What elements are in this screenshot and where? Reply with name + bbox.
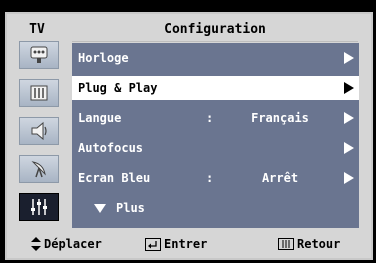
menu-title: Configuration	[72, 17, 358, 42]
menu-item-plus[interactable]: Plus	[72, 196, 359, 220]
menu-item-value: Français	[251, 111, 309, 125]
menu-item-label: Horloge	[78, 51, 129, 65]
picture-icon[interactable]	[19, 41, 59, 69]
move-label: Déplacer	[44, 237, 102, 251]
right-arrow-icon	[344, 112, 354, 124]
menu-item-label: Plug & Play	[78, 81, 158, 95]
right-arrow-icon	[344, 172, 354, 184]
menu-item-plug-play[interactable]: Plug & Play	[72, 76, 359, 100]
enter-label: Entrer	[164, 237, 208, 251]
menu-item-label: Langue	[78, 111, 122, 125]
tv-label: TV	[29, 21, 45, 37]
enter-hint: Entrer	[145, 237, 207, 251]
right-arrow-icon	[344, 52, 354, 64]
menu-item-langue[interactable]: Langue : Français	[72, 106, 359, 130]
right-arrow-icon	[344, 142, 354, 154]
return-hint: Retour	[278, 237, 340, 251]
speaker-icon[interactable]	[19, 117, 59, 145]
down-arrow-icon	[94, 203, 106, 213]
menu-panel: Horloge Plug & Play Langue : Français Au…	[72, 43, 359, 228]
menu-item-ecran-bleu[interactable]: Ecran Bleu : Arrêt	[72, 166, 359, 190]
up-down-arrow-icon	[31, 237, 41, 251]
sound-icon[interactable]	[19, 79, 59, 107]
menu-item-value: Arrêt	[261, 171, 299, 185]
menu-item-label: Plus	[116, 201, 145, 215]
separator-colon: :	[206, 111, 214, 125]
separator-colon: :	[206, 171, 214, 185]
menu-item-label: Autofocus	[78, 141, 144, 155]
enter-key-icon	[145, 237, 161, 251]
sidebar	[16, 41, 62, 233]
menu-item-horloge[interactable]: Horloge	[72, 46, 359, 70]
move-hint: Déplacer	[31, 237, 102, 251]
menu-item-label: Ecran Bleu	[78, 171, 151, 185]
antenna-icon[interactable]	[19, 155, 59, 183]
footer-hints: Déplacer Entrer Retour	[5, 232, 373, 256]
right-arrow-icon	[344, 82, 354, 94]
menu-item-autofocus[interactable]: Autofocus	[72, 136, 359, 160]
return-label: Retour	[297, 237, 341, 251]
settings-sliders-icon[interactable]	[19, 193, 59, 221]
menu-key-icon	[278, 238, 294, 250]
